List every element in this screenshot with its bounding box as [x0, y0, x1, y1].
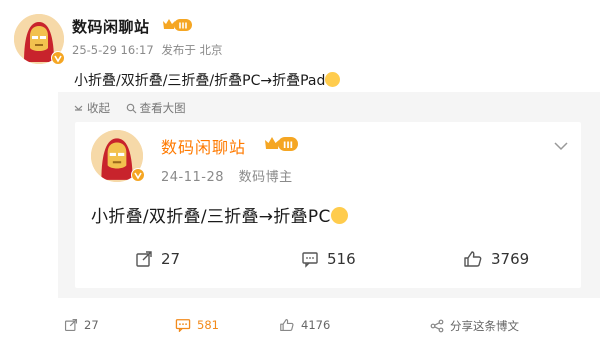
quoted-author-name[interactable]: 数码闲聊站 — [161, 134, 246, 158]
magnifier-icon — [126, 103, 137, 113]
post-timestamp[interactable]: 25-5-29 16:17 — [72, 43, 154, 57]
quoted-level-badge-icon: III — [263, 134, 299, 153]
like-button[interactable]: 4176 — [279, 318, 330, 332]
quoted-comment-count: 516 — [327, 250, 356, 268]
comment-icon — [302, 252, 318, 268]
bottom-action-bar: 27 581 4176 分享这条博文 — [0, 312, 600, 342]
quoted-text: 小折叠/双折叠/三折叠→折叠PC — [91, 202, 348, 227]
level-badge-icon: III — [161, 16, 193, 33]
author-name[interactable]: 数码闲聊站 — [72, 16, 150, 37]
quoted-meta: 24-11-28 数码博主 — [161, 166, 303, 185]
share-icon — [430, 319, 444, 333]
grinning-emoji-icon — [330, 207, 348, 224]
view-large-image-label: 查看大图 — [139, 101, 186, 115]
quoted-level-badge-label: III — [283, 141, 293, 151]
quoted-comment-button[interactable]: 516 — [301, 250, 356, 268]
quoted-repost-button[interactable]: 27 — [135, 250, 180, 268]
thumbs-up-icon — [280, 318, 294, 332]
thumbs-up-icon — [464, 251, 482, 267]
quoted-source: 数码博主 — [238, 170, 293, 185]
quoted-text-content: 小折叠/双折叠/三折叠→折叠PC — [91, 207, 331, 227]
quoted-like-count: 3769 — [491, 250, 530, 268]
repost-button[interactable]: 27 — [64, 318, 99, 332]
post-text-content: 小折叠/双折叠/三折叠/折叠PC→折叠Pad — [74, 73, 326, 89]
post-header: 数码闲聊站 III 25-5-29 16:17 发布于 北京 — [14, 14, 586, 65]
repost-icon — [64, 318, 78, 332]
quoted-post-card[interactable]: 数码闲聊站 III 24-11-28 数码博主 小折叠/双折叠/三折叠→折叠PC… — [75, 122, 581, 288]
repost-icon — [136, 251, 152, 267]
collapse-label: 收起 — [87, 101, 110, 115]
chevron-down-icon[interactable] — [553, 136, 569, 155]
post-text: 小折叠/双折叠/三折叠/折叠PC→折叠Pad — [74, 70, 341, 90]
comment-count: 581 — [197, 318, 219, 332]
repost-toolbar: 收起 查看大图 — [73, 100, 198, 117]
quoted-date[interactable]: 24-11-28 — [161, 170, 224, 185]
quoted-actions: 27 516 3769 — [75, 246, 581, 276]
collapse-button[interactable]: 收起 — [73, 100, 110, 116]
quoted-verified-badge-icon — [131, 168, 145, 182]
quoted-repost-count: 27 — [161, 250, 181, 268]
grinning-emoji-icon — [325, 72, 341, 87]
comment-button[interactable]: 581 — [175, 318, 219, 332]
comment-icon — [175, 319, 191, 332]
share-button[interactable]: 分享这条博文 — [430, 318, 519, 334]
post-meta: 25-5-29 16:17 发布于 北京 — [72, 42, 227, 58]
quoted-like-button[interactable]: 3769 — [463, 250, 529, 268]
verified-badge-icon — [51, 51, 65, 65]
level-badge-label: III — [179, 22, 188, 31]
view-large-image-button[interactable]: 查看大图 — [126, 100, 186, 116]
post-source: 发布于 北京 — [161, 43, 223, 57]
like-count: 4176 — [301, 318, 331, 332]
repost-count: 27 — [84, 318, 99, 332]
share-label: 分享这条博文 — [450, 319, 519, 333]
collapse-icon — [74, 105, 83, 111]
